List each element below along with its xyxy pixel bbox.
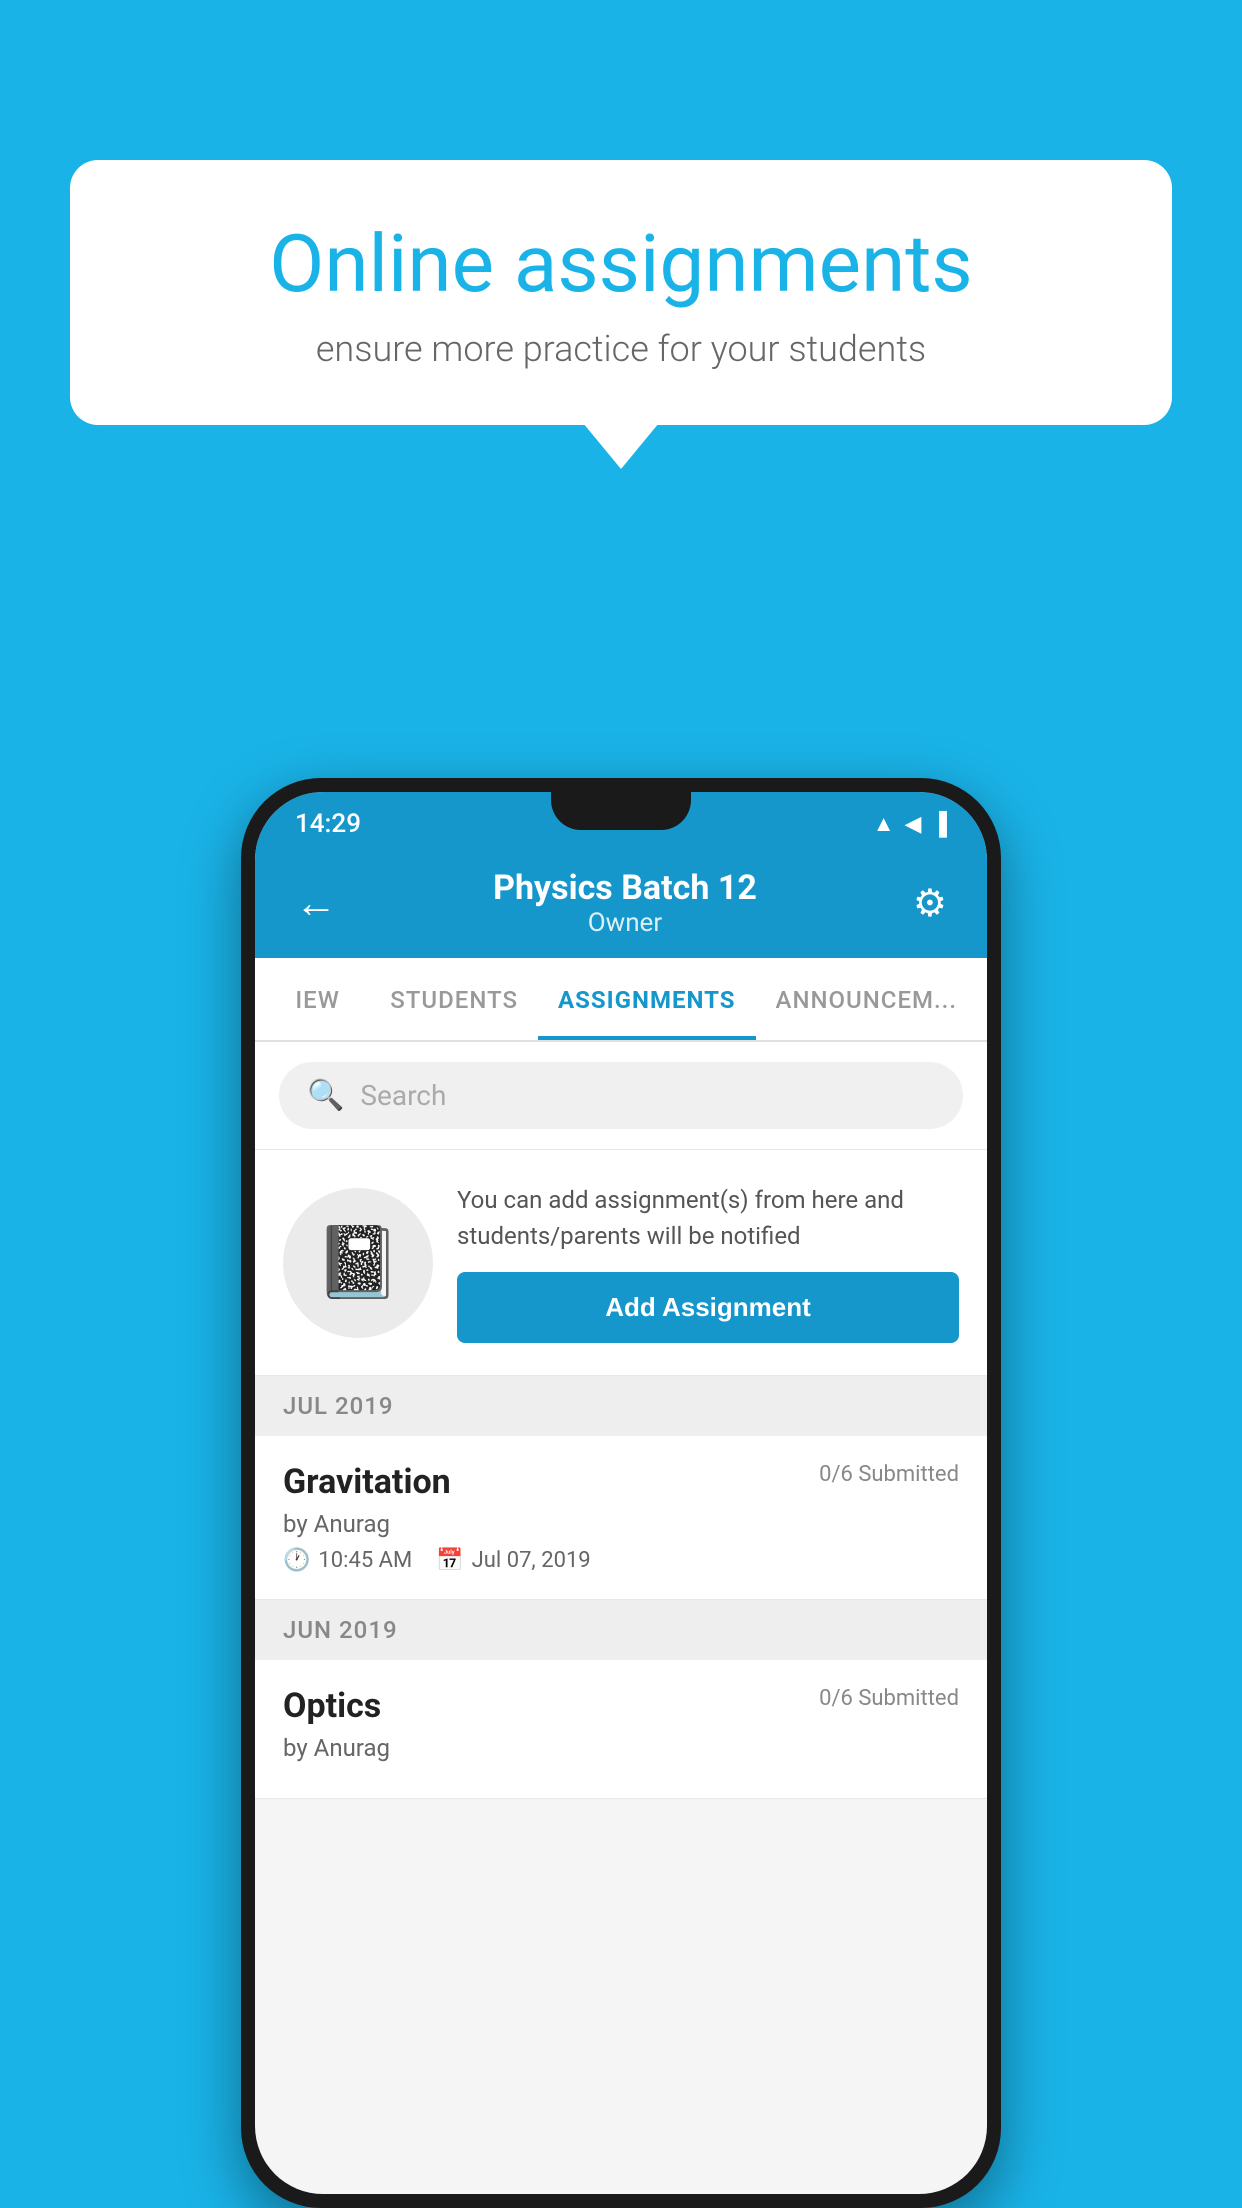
month-label-jul: JUL 2019 [283,1392,394,1420]
phone-mockup: 14:29 ▲ ◀ ▐ ← Physics Batch 12 Owner ⚙ I… [241,778,1001,2208]
assignment-submitted-optics: 0/6 Submitted [819,1686,959,1711]
battery-icon: ▐ [931,811,947,837]
assignment-item-optics[interactable]: Optics 0/6 Submitted by Anurag [255,1660,987,1799]
add-assignment-promo: 📓 You can add assignment(s) from here an… [255,1150,987,1376]
month-section-jul: JUL 2019 [255,1376,987,1436]
assignment-header: Gravitation 0/6 Submitted [283,1462,959,1502]
assignment-meta: 🕐 10:45 AM 📅 Jul 07, 2019 [283,1548,959,1573]
promo-subtitle: ensure more practice for your students [150,328,1092,370]
gear-icon[interactable]: ⚙ [903,871,957,936]
speech-bubble: Online assignments ensure more practice … [70,160,1172,425]
signal-icon: ◀ [904,812,921,837]
assignment-header-optics: Optics 0/6 Submitted [283,1686,959,1726]
promo-content: You can add assignment(s) from here and … [457,1182,959,1343]
status-time: 14:29 [295,809,361,839]
assignment-date-value: Jul 07, 2019 [472,1548,591,1573]
search-icon: 🔍 [307,1078,344,1113]
app-header: ← Physics Batch 12 Owner ⚙ [255,848,987,958]
assignment-title-optics: Optics [283,1686,381,1726]
tab-announcements[interactable]: ANNOUNCEM... [756,958,977,1040]
assignment-time: 🕐 10:45 AM [283,1548,412,1573]
month-label-jun: JUN 2019 [283,1616,398,1644]
tab-students[interactable]: STUDENTS [370,958,538,1040]
header-subtitle: Owner [347,908,903,938]
tabs-bar: IEW STUDENTS ASSIGNMENTS ANNOUNCEM... [255,958,987,1042]
promo-icon-circle: 📓 [283,1188,433,1338]
assignment-time-value: 10:45 AM [318,1548,412,1573]
phone-outer: 14:29 ▲ ◀ ▐ ← Physics Batch 12 Owner ⚙ I… [241,778,1001,2208]
status-icons: ▲ ◀ ▐ [873,811,947,837]
promo-area: Online assignments ensure more practice … [70,160,1172,425]
phone-screen: 14:29 ▲ ◀ ▐ ← Physics Batch 12 Owner ⚙ I… [255,792,987,2194]
assignment-author-optics: by Anurag [283,1734,959,1762]
clock-icon: 🕐 [283,1548,310,1573]
header-title: Physics Batch 12 [347,868,903,908]
tab-assignments[interactable]: ASSIGNMENTS [538,958,756,1040]
month-section-jun: JUN 2019 [255,1600,987,1660]
header-center: Physics Batch 12 Owner [347,868,903,938]
add-assignment-button[interactable]: Add Assignment [457,1272,959,1343]
back-button[interactable]: ← [285,869,347,938]
search-input-wrap[interactable]: 🔍 Search [279,1062,963,1129]
calendar-icon: 📅 [436,1548,463,1573]
assignment-date: 📅 Jul 07, 2019 [436,1548,590,1573]
assignment-submitted: 0/6 Submitted [819,1462,959,1487]
notebook-icon: 📓 [314,1222,401,1304]
assignment-author: by Anurag [283,1510,959,1538]
wifi-icon: ▲ [873,811,895,837]
search-container: 🔍 Search [255,1042,987,1150]
promo-title: Online assignments [150,220,1092,308]
promo-description: You can add assignment(s) from here and … [457,1182,959,1254]
phone-notch [551,792,691,830]
tab-iew[interactable]: IEW [265,958,370,1040]
search-placeholder: Search [360,1079,446,1112]
assignment-title: Gravitation [283,1462,451,1502]
assignment-item-gravitation[interactable]: Gravitation 0/6 Submitted by Anurag 🕐 10… [255,1436,987,1600]
